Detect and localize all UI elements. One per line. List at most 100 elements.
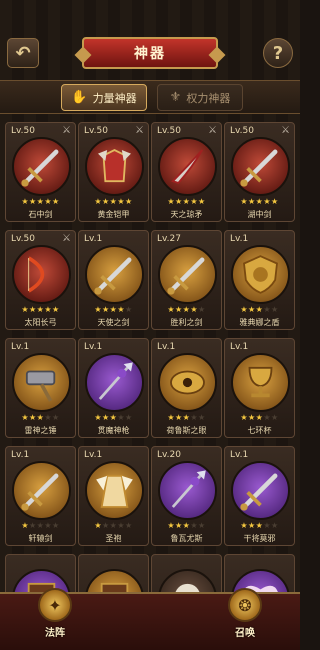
crossed-swords-icon: ⚔ <box>135 125 144 136</box>
page-title: 神器 <box>82 37 218 69</box>
star-rating: ★★★★★ <box>167 197 206 206</box>
artifact-name: 湖中剑 <box>247 210 272 219</box>
back-icon: ↶ <box>15 42 31 64</box>
artifact-name: 天使之剑 <box>97 318 130 327</box>
star-rating: ★★★★★ <box>94 413 133 422</box>
artifact-name: 雷神之锤 <box>24 426 57 435</box>
artifact-card[interactable]: Lv.1 ★★★★★ 贯魔神枪 <box>78 338 149 438</box>
artifact-level: Lv.50 <box>230 126 254 136</box>
artifact-level: Lv.1 <box>84 234 103 244</box>
artifact-sword-icon <box>85 245 144 304</box>
artifact-card[interactable]: Lv.1 ★★★★★ 荷鲁斯之眼 <box>151 338 222 438</box>
star-rating: ★★★★★ <box>94 305 133 314</box>
artifact-blade-icon <box>158 137 217 196</box>
artifact-sword-icon <box>231 461 290 520</box>
tab-label: 力量神器 <box>92 91 137 105</box>
star-rating: ★★★★★ <box>94 197 133 206</box>
star-rating: ★★★★★ <box>21 413 60 422</box>
artifact-spear-icon <box>158 461 217 520</box>
artifact-card[interactable]: Lv.1 ★★★★★ 轩辕剑 <box>5 446 76 546</box>
artifact-level: Lv.50 <box>11 126 35 136</box>
artifact-name: 干将莫邪 <box>243 534 276 543</box>
artifact-spear-icon <box>85 353 144 412</box>
star-rating: ★★★★★ <box>94 521 133 530</box>
artifact-name: 圣袍 <box>105 534 122 543</box>
star-rating: ★★★★★ <box>21 305 60 314</box>
artifact-level: Lv.1 <box>230 342 249 352</box>
artifact-card[interactable]: Lv.1 ★★★★★ 干将莫邪 <box>224 446 295 546</box>
crossed-swords-icon: ⚔ <box>281 125 290 136</box>
artifact-card[interactable]: Lv.50 ⚔ ★★★★★ 石中剑 <box>5 122 76 222</box>
artifact-card[interactable]: Lv.1 ★★★★★ 雅典娜之盾 <box>224 230 295 330</box>
artifact-card[interactable]: Lv.50 ⚔ ★★★★★ 天之琼矛 <box>151 122 222 222</box>
artifact-card[interactable] <box>78 554 149 592</box>
bottom-nav: ✦ 法阵 ❂ 召唤 <box>0 588 300 650</box>
artifact-armor-icon <box>85 137 144 196</box>
star-rating: ★★★★★ <box>167 521 206 530</box>
help-icon: ? <box>272 42 284 64</box>
crossed-swords-icon: ⚔ <box>62 125 71 136</box>
help-button[interactable]: ? <box>263 38 293 68</box>
star-rating: ★★★★★ <box>21 197 60 206</box>
artifact-card[interactable] <box>224 554 295 592</box>
crossed-swords-icon: ⚔ <box>208 125 217 136</box>
star-rating: ★★★★★ <box>167 413 206 422</box>
artifact-name: 七环杯 <box>247 426 272 435</box>
artifact-level: Lv.50 <box>84 126 108 136</box>
artifact-shield-icon <box>231 245 290 304</box>
tab-label: 权力神器 <box>186 91 231 105</box>
artifact-level: Lv.1 <box>11 342 30 352</box>
artifact-grid: Lv.50 ⚔ ★★★★★ 石中剑 Lv.50 ⚔ ★★★★★ 黄金铠甲 Lv.50 ⚔ ★★★★★… <box>5 122 297 592</box>
artifact-level: Lv.1 <box>84 342 103 352</box>
artifact-card[interactable]: Lv.20 ★★★★★ 鲁瓦尤斯 <box>151 446 222 546</box>
artifact-card[interactable]: Lv.50 ⚔ ★★★★★ 黄金铠甲 <box>78 122 149 222</box>
artifact-card[interactable]: Lv.1 ★★★★★ 七环杯 <box>224 338 295 438</box>
artifact-card[interactable]: Lv.50 ⚔ ★★★★★ 湖中剑 <box>224 122 295 222</box>
summon-icon: ❂ <box>228 588 262 622</box>
artifact-level: Lv.20 <box>157 450 181 460</box>
artifact-name: 贯魔神枪 <box>97 426 130 435</box>
artifact-level: Lv.1 <box>84 450 103 460</box>
artifact-hammer-icon <box>12 353 71 412</box>
artifact-name: 胜利之剑 <box>170 318 203 327</box>
artifact-card[interactable]: Lv.1 ★★★★★ 圣袍 <box>78 446 149 546</box>
artifact-name: 太阳长弓 <box>24 318 57 327</box>
artifact-name: 雅典娜之盾 <box>239 318 280 327</box>
artifact-book-icon <box>85 569 144 592</box>
artifact-name: 黄金铠甲 <box>97 210 130 219</box>
artifact-card[interactable]: Lv.27 ★★★★★ 胜利之剑 <box>151 230 222 330</box>
artifact-sword-icon <box>12 137 71 196</box>
artifact-level: Lv.1 <box>157 342 176 352</box>
artifact-card[interactable]: Lv.50 ⚔ ★★★★★ 太阳长弓 <box>5 230 76 330</box>
artifact-level: Lv.50 <box>157 126 181 136</box>
star-rating: ★★★★★ <box>240 521 279 530</box>
artifact-sword-icon <box>231 137 290 196</box>
artifact-name: 荷鲁斯之眼 <box>166 426 207 435</box>
artifact-sword-icon <box>12 461 71 520</box>
artifact-name: 石中剑 <box>28 210 53 219</box>
formation-icon: ✦ <box>38 588 72 622</box>
artifact-card[interactable] <box>5 554 76 592</box>
artifact-card[interactable]: Lv.1 ★★★★★ 雷神之锤 <box>5 338 76 438</box>
artifact-robe-icon <box>85 461 144 520</box>
artifact-card[interactable] <box>151 554 222 592</box>
artifact-level: Lv.27 <box>157 234 181 244</box>
back-button[interactable]: ↶ <box>7 38 39 68</box>
artifact-cup-icon <box>231 353 290 412</box>
artifact-eye-icon <box>158 353 217 412</box>
artifact-name: 轩辕剑 <box>28 534 53 543</box>
artifact-name: 鲁瓦尤斯 <box>170 534 203 543</box>
artifact-level: Lv.1 <box>230 234 249 244</box>
crest-icon: ⚜ <box>169 90 182 105</box>
artifact-name: 天之琼矛 <box>170 210 203 219</box>
page-title-text: 神器 <box>134 46 166 62</box>
artifact-card[interactable]: Lv.1 ★★★★★ 天使之剑 <box>78 230 149 330</box>
artifact-skull-icon <box>158 569 217 592</box>
header: ↶ 神器 ? <box>0 35 300 73</box>
tab-bar: ✋ 力量神器 ⚜ 权力神器 <box>0 80 300 114</box>
nav-summon[interactable]: ❂ 召唤 <box>215 588 275 648</box>
artifact-level: Lv.1 <box>11 450 30 460</box>
tab-authority-artifacts[interactable]: ⚜ 权力神器 <box>157 84 243 111</box>
tab-power-artifacts[interactable]: ✋ 力量神器 <box>61 84 147 111</box>
nav-formation[interactable]: ✦ 法阵 <box>25 588 85 648</box>
